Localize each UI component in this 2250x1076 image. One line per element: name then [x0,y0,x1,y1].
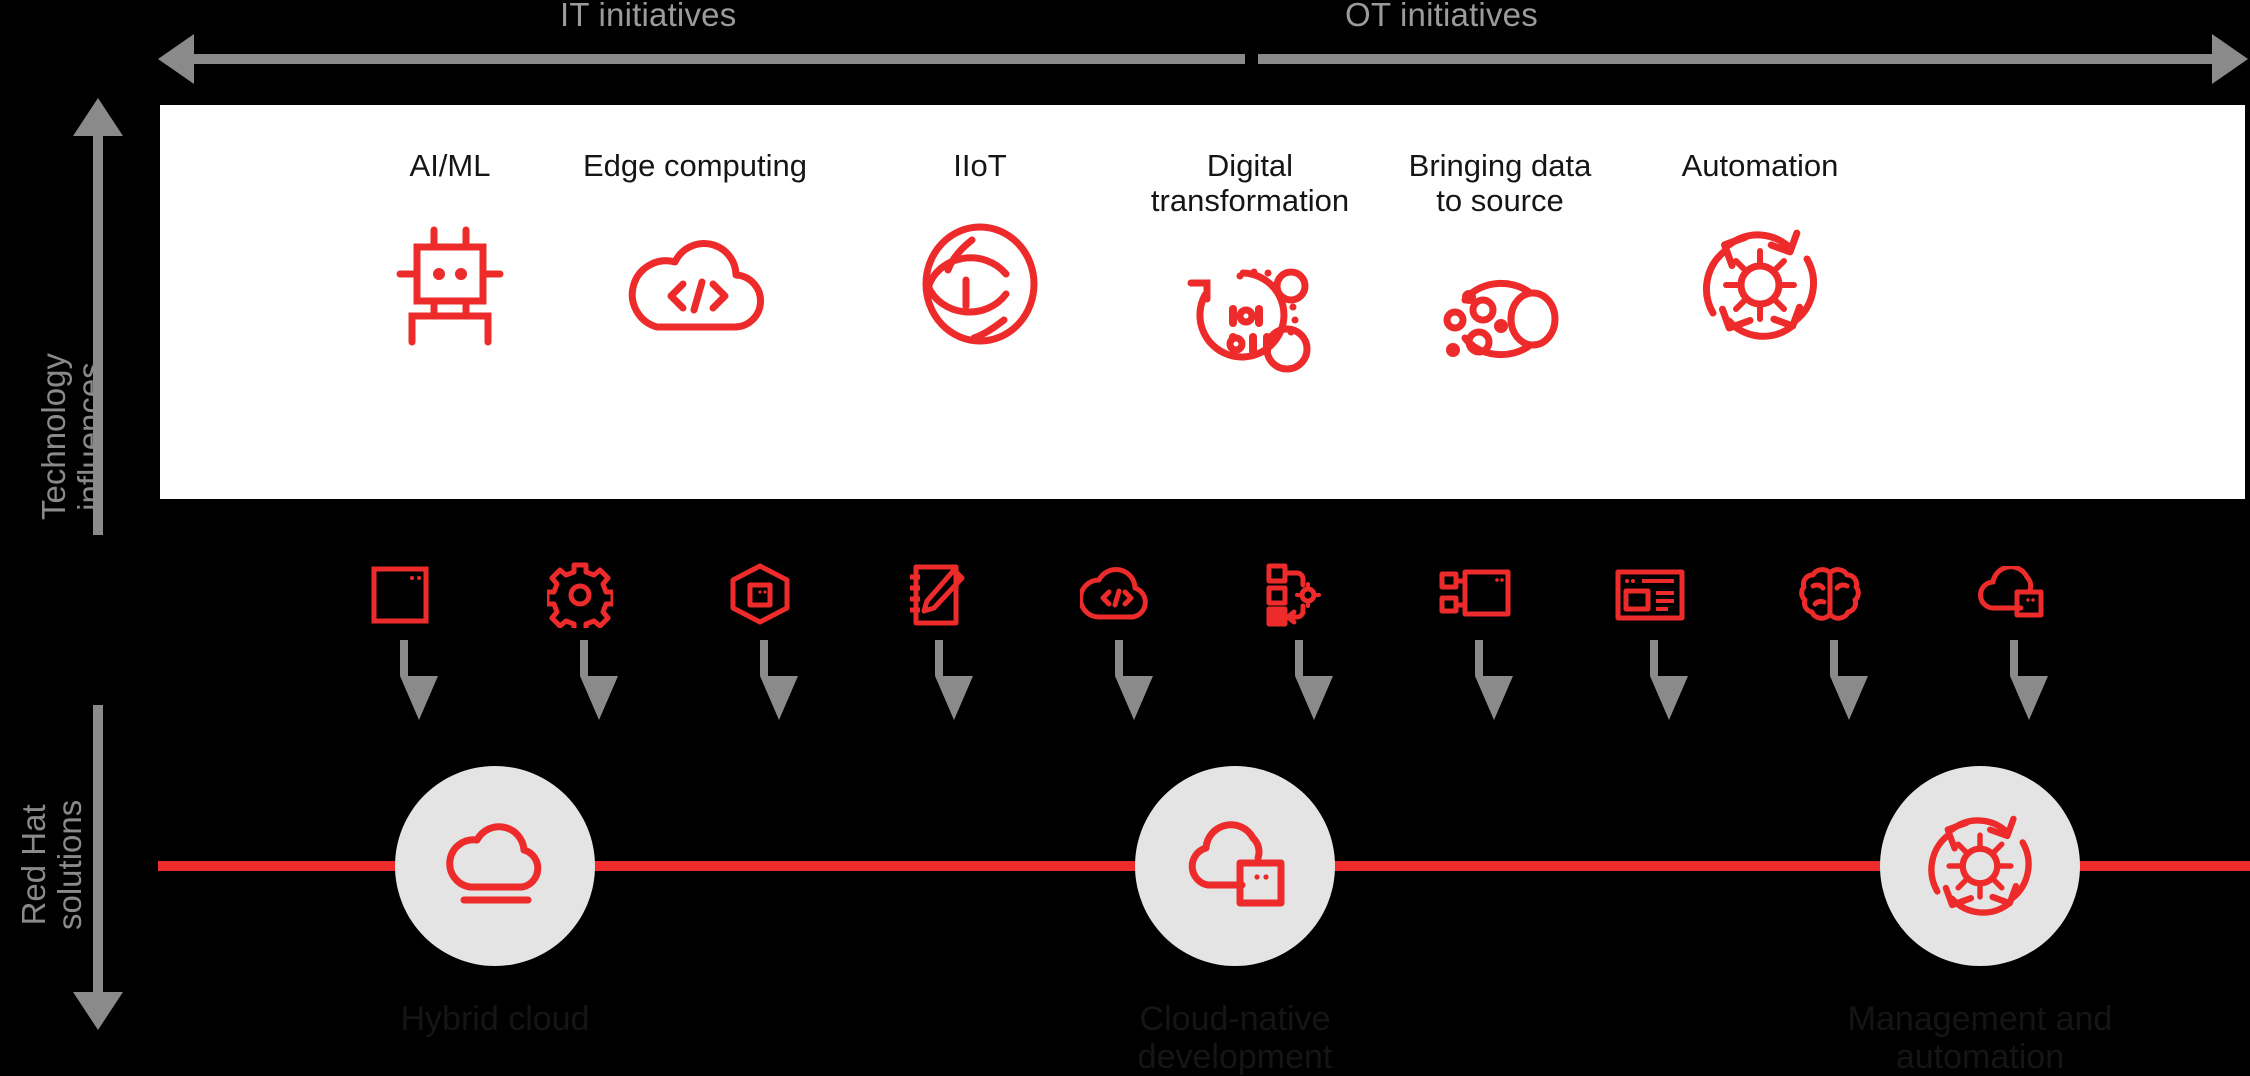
red-hat-solutions-label: Red Hat solutions [15,799,88,930]
notebook-pencil-icon [880,556,990,634]
solution-chip-node-window[interactable] [1420,556,1530,720]
technology-influences-label: Technology influences [35,353,108,520]
solution-chip-brain[interactable] [1775,556,1885,720]
it-initiatives-label: IT initiatives [560,0,737,33]
hexagon-chip-icon [705,556,815,634]
technology-influences-panel: AI/ML Edge computing IIoT Digital transf… [160,105,2245,499]
solution-chip-cloud-code[interactable] [1060,556,1170,720]
it-axis-line [180,54,1245,64]
arrow-left-icon [158,34,194,84]
solution-label-cloud-native-development: Cloud-native development [1137,1000,1333,1076]
cloud-line-icon [440,821,550,911]
tech-item-label: AI/ML [409,148,491,183]
tech-item-label: Automation [1681,148,1839,183]
tech-item-label: Digital transformation [1150,148,1350,218]
arrow-right-icon [2212,34,2248,84]
cloud-box-icon [1180,819,1290,914]
tech-item-label: Edge computing [582,148,808,183]
cloud-code-icon [565,210,825,360]
node-window-icon [1420,556,1530,634]
arrow-down-icon [73,992,123,1030]
infographic-canvas: IT initiatives OT initiatives Technology… [0,0,2250,1076]
network-globe-icon [850,210,1110,360]
tech-item-edge-computing: Edge computing [565,148,825,360]
solution-chip-notebook-pencil[interactable] [880,556,990,720]
tech-item-automation: Automation [1630,148,1890,360]
cloud-code-small-icon [1060,556,1170,634]
tech-item-digital-transformation: Digital transformation [1120,148,1380,394]
container-window-icon [345,556,455,634]
brain-icon [1775,556,1885,634]
solutions-axis-line [93,705,103,995]
solution-bubble-management-and-automation[interactable] [1880,766,2080,966]
pipeline-gear-icon [1240,556,1350,634]
solution-chip-gear[interactable] [525,556,635,720]
solution-chip-dashboard[interactable] [1595,556,1705,720]
binary-refresh-icon [1120,244,1380,394]
solution-chip-cloud-container[interactable] [1955,556,2065,720]
ot-initiatives-label: OT initiatives [1345,0,1538,33]
tech-item-ai-ml: AI/ML [320,148,580,360]
robot-chip-icon [320,210,580,360]
solution-chip-container-window[interactable] [345,556,455,720]
solution-label-management-and-automation: Management and automation [1847,1000,2113,1076]
data-to-source-icon [1370,244,1630,394]
tech-item-bringing-data-to-source: Bringing data to source [1370,148,1630,394]
automation-gear-icon [1630,210,1890,360]
cloud-container-icon [1955,556,2065,634]
solution-bubble-cloud-native-development[interactable] [1135,766,1335,966]
tech-item-label: IIoT [953,148,1007,183]
solution-bubble-hybrid-cloud[interactable] [395,766,595,966]
dashboard-icon [1595,556,1705,634]
gear-icon [525,556,635,634]
automation-gear-icon [1921,807,2039,925]
arrow-up-icon [73,98,123,136]
solution-chip-hexagon-chip[interactable] [705,556,815,720]
tech-item-label: Bringing data to source [1408,148,1592,218]
solution-chip-pipeline-gear[interactable] [1240,556,1350,720]
tech-item-iiot: IIoT [850,148,1110,360]
solution-label-hybrid-cloud: Hybrid cloud [400,1000,590,1038]
ot-axis-line [1258,54,2233,64]
